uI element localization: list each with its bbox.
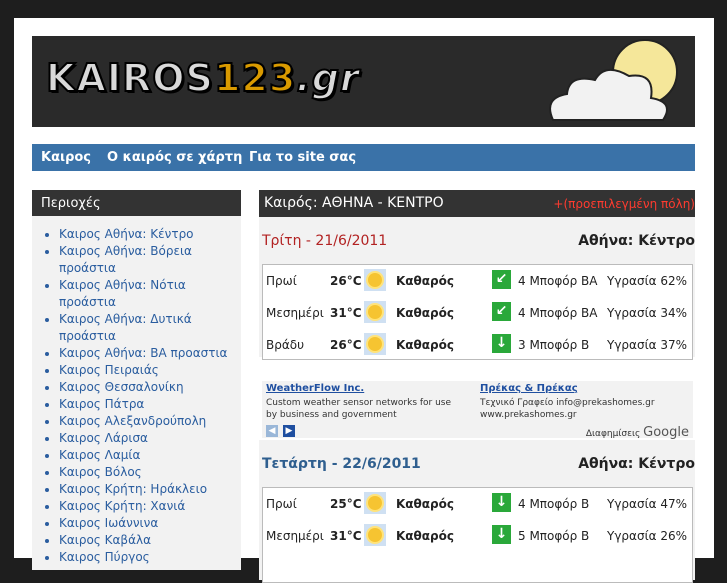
wind-arrow-icon: ↓ [492,525,511,544]
google-logo: Google [643,425,689,440]
list-item: Καιρος Αλεξανδρούπολη [59,413,241,430]
region-link[interactable]: Καιρος Θεσσαλονίκη [59,380,184,394]
forecast-table: Πρωί 26°C Καθαρός ↙ 4 Μποφόρ ΒΑ Υγρασία … [262,264,693,360]
region-link[interactable]: Καιρος Πειραιάς [59,363,159,377]
list-item: Καιρος Αθήνα: Δυτικά προάστια [59,311,241,345]
table-row: Βράδυ 26°C Καθαρός ↓ 3 Μποφόρ Β Υγρασία … [263,330,692,360]
list-item: Καιρος Ιωάννινα [59,515,241,532]
nav-for-your-site[interactable]: Για το site σας [249,150,356,165]
table-row: Μεσημέρι 31°C Καθαρός ↙ 4 Μποφόρ ΒΑ Υγρα… [263,298,692,328]
ad-block: WeatherFlow Inc. Custom weather sensor n… [262,381,693,440]
list-item: Καιρος Καβάλα [59,532,241,549]
sun-cloud-icon [549,39,678,121]
region-link[interactable]: Καιρος Βόλος [59,465,142,479]
sun-icon [364,269,386,291]
day-city: Αθήνα: Κέντρο [578,456,695,472]
region-link[interactable]: Καιρος Ιωάννινα [59,516,158,530]
default-city-link[interactable]: +(προεπιλεγμένη πόλη) [553,197,695,211]
list-item: Καιρος Πειραιάς [59,362,241,379]
forecast-header: Καιρός: ΑΘΗΝΑ - ΚΕΝΤΡΟ +(προεπιλεγμένη π… [259,190,695,217]
wind-arrow-icon: ↙ [492,302,511,321]
wind-arrow-icon: ↓ [492,493,511,512]
wind-arrow-icon: ↙ [492,270,511,289]
day-date: Τρίτη - 21/6/2011 [262,233,388,249]
regions-list: Καιρος Αθήνα: Κέντρο Καιρος Αθήνα: Βόρει… [32,226,241,566]
table-row: Μεσημέρι 31°C Καθαρός ↓ 5 Μποφόρ Β Υγρασ… [263,521,692,551]
sun-icon [364,492,386,514]
day-date: Τετάρτη - 22/6/2011 [262,456,421,472]
list-item: Καιρος Αθήνα: Νότια προάστια [59,277,241,311]
region-link[interactable]: Καιρος Κρήτη: Χανιά [59,499,185,513]
ad-text: Τεχνικό Γραφείο info@prekashomes.gr www.… [480,398,655,420]
wind-arrow-icon: ↓ [492,334,511,353]
region-link[interactable]: Καιρος Κρήτη: Ηράκλειο [59,482,207,496]
forecast-table: Πρωί 25°C Καθαρός ↓ 4 Μποφόρ Β Υγρασία 4… [262,487,693,583]
list-item: Καιρος Κρήτη: Ηράκλειο [59,481,241,498]
forecast-title: Καιρός: ΑΘΗΝΑ - ΚΕΝΤΡΟ [264,195,444,211]
forecast-main: Καιρός: ΑΘΗΝΑ - ΚΕΝΤΡΟ +(προεπιλεγμένη π… [259,190,695,583]
region-link[interactable]: Καιρος Λαμία [59,448,140,462]
region-link[interactable]: Καιρος Λάρισα [59,431,148,445]
ad-text: Custom weather sensor networks for use b… [266,398,452,420]
region-link[interactable]: Καιρος Αθήνα: ΒΑ προαστια [59,346,227,360]
ad-link-weatherflow[interactable]: WeatherFlow Inc. [266,383,364,394]
sun-icon [364,524,386,546]
nav-weather-map[interactable]: Ο καιρός σε χάρτη [107,150,242,165]
day-forecast: Τρίτη - 21/6/2011 Αθήνα: Κέντρο Πρωί 26°… [259,217,695,360]
list-item: Καιρος Βόλος [59,464,241,481]
day-forecast: Τετάρτη - 22/6/2011 Αθήνα: Κέντρο Πρωί 2… [259,440,695,583]
main-nav: Καιρος Ο καιρός σε χάρτη Για το site σας [32,144,695,171]
list-item: Καιρος Αθήνα: Κέντρο [59,226,241,243]
region-link[interactable]: Καιρος Πάτρα [59,397,144,411]
region-link[interactable]: Καιρος Αθήνα: Κέντρο [59,227,194,241]
sidebar-title: Περιοχές [32,190,241,216]
list-item: Καιρος Πύργος [59,549,241,566]
header-banner: KAIROS123.gr [32,36,695,127]
page-container: KAIROS123.gr Καιρος Ο καιρός σε χάρτη Γι… [14,18,714,583]
list-item: Καιρος Θεσσαλονίκη [59,379,241,396]
region-link[interactable]: Καιρος Αλεξανδρούπολη [59,414,206,428]
table-row: Πρωί 26°C Καθαρός ↙ 4 Μποφόρ ΒΑ Υγρασία … [263,266,692,296]
region-link[interactable]: Καιρος Αθήνα: Δυτικά προάστια [59,312,192,343]
site-logo[interactable]: KAIROS123.gr [45,55,360,101]
list-item: Καιρος Αθήνα: ΒΑ προαστια [59,345,241,362]
region-link[interactable]: Καιρος Αθήνα: Βόρεια προάστια [59,244,192,275]
day-city: Αθήνα: Κέντρο [578,233,695,249]
table-row: Πρωί 25°C Καθαρός ↓ 4 Μποφόρ Β Υγρασία 4… [263,489,692,519]
list-item: Καιρος Λαμία [59,447,241,464]
sun-icon [364,333,386,355]
nav-home[interactable]: Καιρος [41,150,91,165]
sun-icon [364,301,386,323]
list-item: Καιρος Πάτρα [59,396,241,413]
region-link[interactable]: Καιρος Αθήνα: Νότια προάστια [59,278,186,309]
ad-prev-button[interactable]: ◀ [266,425,278,437]
list-item: Καιρος Αθήνα: Βόρεια προάστια [59,243,241,277]
google-ads-label[interactable]: Διαφημίσεις Google [586,425,689,440]
list-item: Καιρος Λάρισα [59,430,241,447]
list-item: Καιρος Κρήτη: Χανιά [59,498,241,515]
ad-next-button[interactable]: ▶ [283,425,295,437]
region-link[interactable]: Καιρος Πύργος [59,550,150,564]
regions-sidebar: Περιοχές Καιρος Αθήνα: Κέντρο Καιρος Αθή… [32,190,241,570]
ad-link-prekas[interactable]: Πρέκας & Πρέκας [480,383,578,394]
